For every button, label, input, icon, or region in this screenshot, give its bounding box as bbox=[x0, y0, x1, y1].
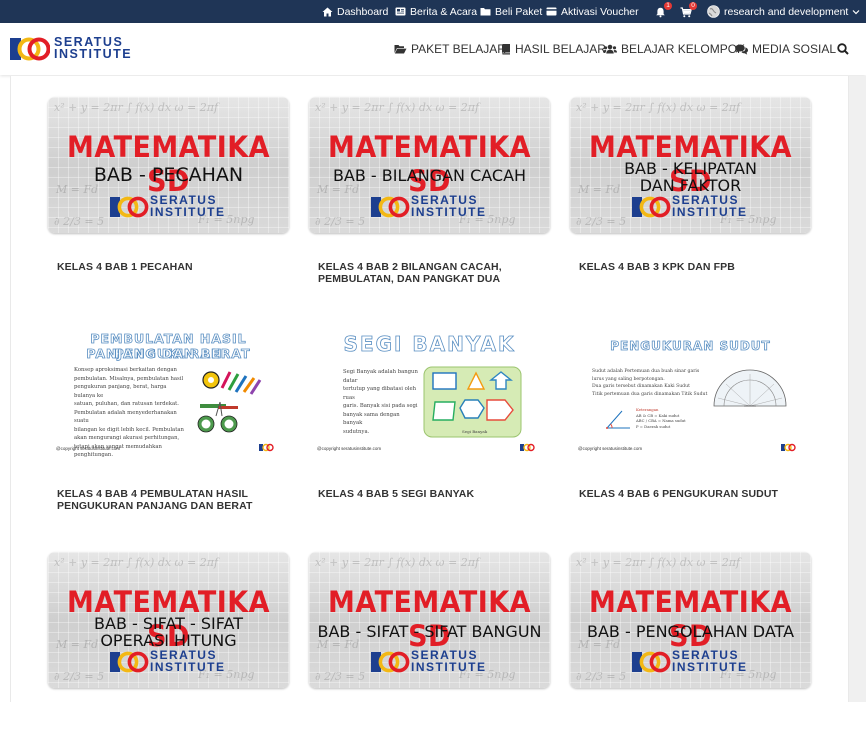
slide-heading: PENGUKURAN SUDUT bbox=[610, 339, 771, 354]
lesson-title[interactable]: KELAS 4 BAB 5 SEGI BANYAK bbox=[318, 488, 548, 500]
logo-line2: INSTITUTE bbox=[54, 47, 133, 61]
slide-caption: Segi Banyak bbox=[462, 429, 488, 434]
folder-icon bbox=[480, 8, 491, 16]
angle-diagram bbox=[606, 410, 630, 429]
slide-logo bbox=[259, 443, 274, 452]
slide-body: Sudut adalah Pertemuan dua buah sinar ga… bbox=[592, 369, 708, 397]
notification-count-badge: 1 bbox=[664, 2, 672, 10]
nav-media-sosial[interactable]: MEDIA SOSIAL bbox=[735, 23, 836, 75]
thumb-subtitle: BAB - SIFAT - SIFAT bbox=[94, 614, 243, 633]
protractor-illustration bbox=[713, 369, 787, 407]
buy-package-link[interactable]: Beli Paket bbox=[480, 0, 542, 23]
search-button[interactable] bbox=[837, 23, 849, 75]
seratus-logo-mark bbox=[10, 37, 50, 61]
news-link[interactable]: Berita & Acara bbox=[395, 0, 477, 23]
book-icon bbox=[502, 43, 510, 54]
thumb-logo-line2: INSTITUTE bbox=[411, 204, 487, 219]
main-header: SERATUS INSTITUTE PAKET BELAJAR HASIL BE… bbox=[0, 23, 866, 75]
cart-count-badge: 0 bbox=[689, 2, 697, 10]
measuring-tools-illustration bbox=[197, 371, 262, 433]
nav-hasil-belajar[interactable]: HASIL BELAJAR bbox=[501, 23, 606, 75]
cart-icon: 0 bbox=[680, 2, 697, 18]
folder-open-icon bbox=[394, 45, 407, 54]
thumb-logo: SERATUS INSTITUTE bbox=[110, 649, 228, 675]
thumb-logo: SERATUS INSTITUTE bbox=[371, 649, 489, 675]
slide-copyright: @copyright seratusinstitute.com bbox=[578, 446, 643, 451]
thumb-heading: MATEMATIKA SD bbox=[589, 585, 792, 653]
bell-icon: 1 bbox=[655, 2, 672, 18]
lesson-thumbnail[interactable]: PENGUKURAN SUDUT Sudut adalah Pertemuan … bbox=[570, 324, 811, 460]
slide-logo bbox=[520, 443, 535, 452]
lesson-thumbnail[interactable]: PEMBULATAN HASIL PENGUKURAN PANJANG DAN … bbox=[48, 324, 289, 460]
thumb-logo-line2: INSTITUTE bbox=[150, 204, 226, 219]
home-icon bbox=[322, 7, 333, 16]
thumb-logo-line2: INSTITUTE bbox=[411, 659, 487, 674]
slide-body: Segi Banyak adalah bangun datar tertutup … bbox=[343, 369, 418, 435]
slide-copyright: @copyright seratusinstitute.com bbox=[317, 446, 382, 451]
nav-paket-belajar[interactable]: PAKET BELAJAR bbox=[394, 23, 506, 75]
slide-heading: SEGI BANYAK bbox=[343, 332, 516, 357]
thumb-subtitle: BAB - KELIPATAN bbox=[624, 159, 757, 178]
chevron-down-icon bbox=[852, 9, 860, 14]
lesson-thumbnail[interactable]: x² + y = 2πr ∫ f(x) dx ω = 2πf M = Fd F₁… bbox=[48, 97, 289, 233]
voucher-link[interactable]: Aktivasi Voucher bbox=[546, 0, 639, 23]
nav-belajar-kelompok[interactable]: BELAJAR KELOMPOK bbox=[603, 23, 745, 75]
page-bottom bbox=[0, 702, 866, 740]
thumb-logo: SERATUS INSTITUTE bbox=[371, 194, 489, 220]
news-label: Berita & Acara bbox=[410, 5, 478, 18]
lesson-title[interactable]: KELAS 4 BAB 4 PEMBULATAN HASIL PENGUKURA… bbox=[57, 488, 287, 512]
credit-card-icon bbox=[546, 7, 557, 16]
scroll-gutter bbox=[849, 76, 866, 702]
thumb-heading: MATEMATIKA SD bbox=[328, 130, 531, 198]
thumb-subtitle-2: DAN FAKTOR bbox=[639, 176, 742, 195]
lesson-thumbnail[interactable]: x² + y = 2πr ∫ f(x) dx ω = 2πf M = Fd F₁… bbox=[570, 552, 811, 688]
thumb-heading: MATEMATIKA SD bbox=[328, 585, 531, 653]
thumb-logo-line2: INSTITUTE bbox=[672, 204, 748, 219]
thumb-logo-line2: INSTITUTE bbox=[150, 659, 226, 674]
search-icon bbox=[837, 43, 849, 55]
notification-button[interactable]: 1 bbox=[655, 0, 672, 23]
thumb-subtitle: BAB - BILANGAN CACAH bbox=[332, 166, 527, 185]
user-menu[interactable]: research and development bbox=[707, 0, 860, 23]
thumb-subtitle: BAB - SIFAT - SIFAT BANGUN bbox=[317, 622, 542, 641]
newspaper-icon bbox=[395, 7, 406, 16]
buy-package-label: Beli Paket bbox=[495, 5, 543, 18]
dashboard-label: Dashboard bbox=[337, 5, 389, 18]
thumb-logo: SERATUS INSTITUTE bbox=[632, 649, 750, 675]
cart-button[interactable]: 0 bbox=[680, 0, 697, 23]
nav-hasil-label: HASIL BELAJAR bbox=[515, 42, 606, 56]
dashboard-link[interactable]: Dashboard bbox=[322, 0, 388, 23]
thumb-subtitle: BAB - PECAHAN bbox=[93, 164, 244, 186]
lesson-thumbnail[interactable]: x² + y = 2πr ∫ f(x) dx ω = 2πf M = Fd F₁… bbox=[570, 97, 811, 233]
thumb-logo-line2: INSTITUTE bbox=[672, 659, 748, 674]
nav-kelompok-label: BELAJAR KELOMPOK bbox=[621, 42, 746, 56]
logo-wordmark: SERATUS INSTITUTE bbox=[54, 36, 133, 61]
thumb-subtitle: BAB - PENGOLAHAN DATA bbox=[586, 622, 795, 641]
slide-copyright: @copyright seratusinstitute.com bbox=[56, 446, 121, 451]
lesson-thumbnail[interactable]: x² + y = 2πr ∫ f(x) dx ω = 2πf M = Fd F₁… bbox=[309, 552, 550, 688]
thumb-logo: SERATUS INSTITUTE bbox=[632, 194, 750, 220]
nav-media-label: MEDIA SOSIAL bbox=[752, 42, 837, 56]
seratus-logo[interactable]: SERATUS INSTITUTE bbox=[10, 35, 133, 63]
lesson-thumbnail[interactable]: SEGI BANYAK Segi Banyak adalah bangun da… bbox=[309, 324, 550, 460]
lesson-title[interactable]: KELAS 4 BAB 6 PENGUKURAN SUDUT bbox=[579, 488, 809, 500]
lesson-title[interactable]: KELAS 4 BAB 2 BILANGAN CACAH, PEMBULATAN… bbox=[318, 261, 548, 285]
globe-icon bbox=[707, 5, 720, 18]
comments-icon bbox=[735, 44, 748, 55]
users-icon bbox=[603, 44, 617, 54]
thumb-logo: SERATUS INSTITUTE bbox=[110, 194, 228, 220]
slide-legend: Keterangan AB & CB = Kaki sudut ABC / CB… bbox=[636, 407, 686, 429]
nav-paket-label: PAKET BELAJAR bbox=[411, 42, 506, 56]
voucher-label: Aktivasi Voucher bbox=[561, 5, 639, 18]
lesson-title[interactable]: KELAS 4 BAB 1 PECAHAN bbox=[57, 261, 287, 273]
lesson-thumbnail[interactable]: x² + y = 2πr ∫ f(x) dx ω = 2πf M = Fd F₁… bbox=[48, 552, 289, 688]
top-utility-bar: Dashboard Berita & Acara Beli Paket Akti… bbox=[0, 0, 866, 23]
thumb-subtitle-2: OPERASI HITUNG bbox=[100, 631, 237, 650]
lesson-thumbnail[interactable]: x² + y = 2πr ∫ f(x) dx ω = 2πf M = Fd F₁… bbox=[309, 97, 550, 233]
slide-heading-2: PANJANG DAN BERAT bbox=[86, 346, 251, 362]
slide-logo bbox=[781, 443, 796, 452]
lesson-title[interactable]: KELAS 4 BAB 3 KPK DAN FPB bbox=[579, 261, 809, 273]
user-name: research and development bbox=[724, 5, 849, 18]
